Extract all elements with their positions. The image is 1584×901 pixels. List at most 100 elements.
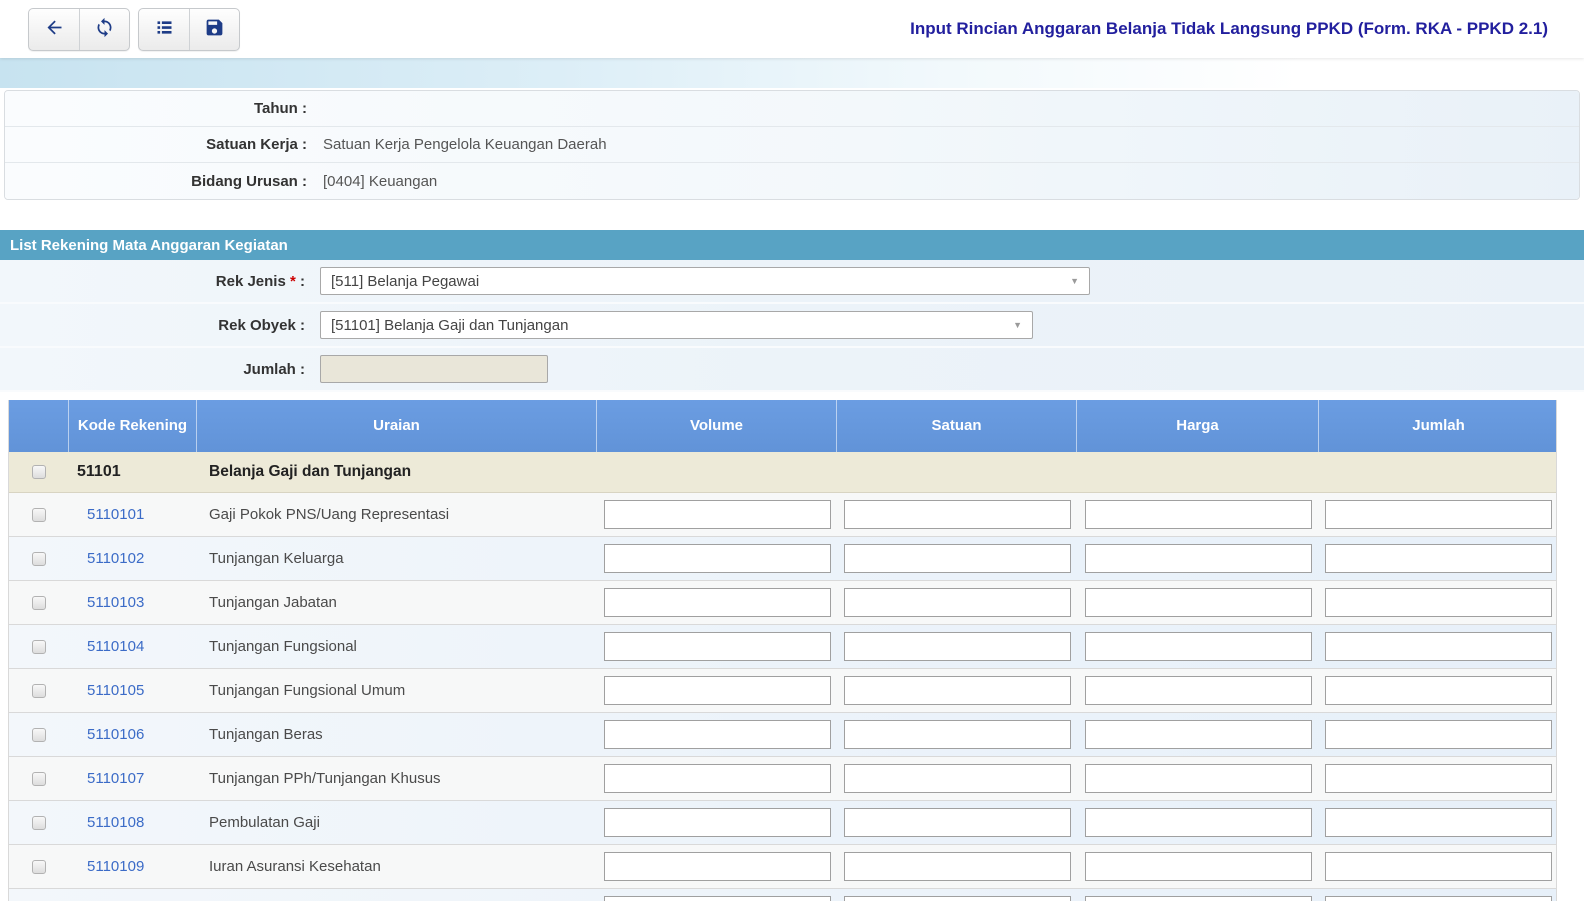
- row-checkbox[interactable]: [32, 507, 46, 522]
- harga-input[interactable]: [1084, 764, 1312, 793]
- page-title: Input Rincian Anggaran Belanja Tidak Lan…: [910, 19, 1548, 38]
- section-title-bar: List Rekening Mata Anggaran Kegiatan: [0, 230, 1584, 260]
- volume-input[interactable]: [603, 500, 831, 529]
- row-checkbox[interactable]: [32, 771, 46, 786]
- harga-input[interactable]: [1084, 544, 1312, 573]
- rek-obyek-select[interactable]: [51101] Belanja Gaji dan Tunjangan ▼: [320, 311, 1033, 339]
- kode-rekening-link[interactable]: 5110102: [87, 550, 144, 567]
- jumlah-input[interactable]: [1325, 632, 1552, 661]
- header-checkbox-column: [9, 400, 69, 452]
- header-harga: Harga: [1077, 400, 1319, 452]
- row-checkbox-cell: [9, 771, 69, 786]
- kode-rekening-cell: 5110102: [69, 550, 197, 567]
- harga-input[interactable]: [1084, 500, 1312, 529]
- harga-input[interactable]: [1084, 588, 1312, 617]
- row-checkbox-cell: [9, 727, 69, 742]
- kode-rekening-link[interactable]: 5110103: [87, 594, 144, 611]
- uraian-cell: Tunjangan Beras: [209, 726, 323, 743]
- chevron-down-icon: ▼: [1013, 320, 1022, 330]
- header-satuan: Satuan: [837, 400, 1077, 452]
- volume-input[interactable]: [603, 764, 831, 793]
- volume-input[interactable]: [603, 720, 831, 749]
- toolbar: Input Rincian Anggaran Belanja Tidak Lan…: [0, 0, 1584, 58]
- info-panel: Tahun : Satuan Kerja : Satuan Kerja Peng…: [4, 90, 1580, 200]
- row-checkbox[interactable]: [32, 727, 46, 742]
- uraian-cell: Tunjangan Fungsional Umum: [209, 682, 406, 699]
- table-row: 5110102 Tunjangan Keluarga: [9, 537, 1556, 581]
- kode-rekening-link[interactable]: 5110106: [87, 726, 144, 743]
- satuan-input[interactable]: [843, 500, 1071, 529]
- satuan-input[interactable]: [843, 544, 1071, 573]
- harga-input[interactable]: [1084, 852, 1312, 881]
- partial-next-row: [9, 889, 1556, 901]
- save-button[interactable]: [189, 8, 239, 50]
- harga-input[interactable]: [1084, 808, 1312, 837]
- satuan-input[interactable]: [843, 720, 1071, 749]
- row-checkbox[interactable]: [32, 859, 46, 874]
- volume-input[interactable]: [603, 852, 831, 881]
- volume-input[interactable]: [603, 676, 831, 705]
- table-row: 5110109 Iuran Asuransi Kesehatan: [9, 845, 1556, 889]
- list-button[interactable]: [139, 9, 189, 50]
- satuan-kerja-label: Satuan Kerja :: [206, 136, 307, 153]
- satuan-input[interactable]: [843, 588, 1071, 617]
- row-checkbox-cell: [9, 507, 69, 522]
- volume-input[interactable]: [603, 632, 831, 661]
- group-checkbox[interactable]: [32, 465, 46, 479]
- row-checkbox[interactable]: [32, 639, 46, 654]
- kode-rekening-link[interactable]: 5110108: [87, 814, 144, 831]
- jumlah-input[interactable]: [1325, 676, 1552, 705]
- volume-input[interactable]: [603, 808, 831, 837]
- kode-rekening-link[interactable]: 5110109: [87, 858, 144, 875]
- kode-rekening-cell: 5110103: [69, 594, 197, 611]
- refresh-button[interactable]: [79, 8, 129, 50]
- volume-input[interactable]: [603, 896, 831, 901]
- row-checkbox-cell: [9, 859, 69, 874]
- kode-rekening-link[interactable]: 5110104: [87, 638, 144, 655]
- volume-input[interactable]: [603, 588, 831, 617]
- row-checkbox[interactable]: [32, 683, 46, 698]
- back-button[interactable]: [29, 9, 79, 50]
- info-row-tahun: Tahun :: [5, 91, 1579, 127]
- row-checkbox-cell: [9, 815, 69, 830]
- row-checkbox[interactable]: [32, 815, 46, 830]
- jumlah-input[interactable]: [1325, 720, 1552, 749]
- jumlah-input[interactable]: [1325, 896, 1552, 901]
- jumlah-input[interactable]: [1325, 544, 1552, 573]
- table-row: 5110104 Tunjangan Fungsional: [9, 625, 1556, 669]
- kode-rekening-link[interactable]: 5110101: [87, 506, 144, 523]
- satuan-input[interactable]: [843, 632, 1071, 661]
- harga-input[interactable]: [1084, 632, 1312, 661]
- row-checkbox-cell: [9, 595, 69, 610]
- satuan-input[interactable]: [843, 764, 1071, 793]
- satuan-input[interactable]: [843, 852, 1071, 881]
- satuan-input[interactable]: [843, 676, 1071, 705]
- jumlah-input[interactable]: [1325, 808, 1552, 837]
- jumlah-input[interactable]: [1325, 764, 1552, 793]
- row-checkbox[interactable]: [32, 551, 46, 566]
- group-uraian: Belanja Gaji dan Tunjangan: [209, 463, 412, 480]
- jumlah-input[interactable]: [1325, 500, 1552, 529]
- harga-input[interactable]: [1084, 896, 1312, 901]
- satuan-input[interactable]: [843, 808, 1071, 837]
- volume-input[interactable]: [603, 544, 831, 573]
- tahun-label: Tahun :: [253, 100, 307, 117]
- bidang-urusan-value: [0404] Keuangan: [323, 172, 438, 190]
- uraian-cell: Tunjangan Jabatan: [209, 594, 337, 611]
- header-uraian: Uraian: [197, 400, 597, 452]
- satuan-input[interactable]: [843, 896, 1071, 901]
- jumlah-input[interactable]: [1325, 588, 1552, 617]
- header-volume: Volume: [597, 400, 837, 452]
- row-checkbox[interactable]: [32, 595, 46, 610]
- harga-input[interactable]: [1084, 720, 1312, 749]
- jumlah-input[interactable]: [1325, 852, 1552, 881]
- table-row: 5110107 Tunjangan PPh/Tunjangan Khusus: [9, 757, 1556, 801]
- jumlah-total-field[interactable]: [320, 355, 548, 383]
- harga-input[interactable]: [1084, 676, 1312, 705]
- kode-rekening-link[interactable]: 5110107: [87, 770, 144, 787]
- info-row-bidang-urusan: Bidang Urusan : [0404] Keuangan: [5, 163, 1579, 199]
- satuan-kerja-value: Satuan Kerja Pengelola Keuangan Daerah: [323, 136, 607, 153]
- table-row: 5110106 Tunjangan Beras: [9, 713, 1556, 757]
- kode-rekening-link[interactable]: 5110105: [87, 682, 144, 699]
- rek-jenis-select[interactable]: [511] Belanja Pegawai ▼: [320, 267, 1090, 295]
